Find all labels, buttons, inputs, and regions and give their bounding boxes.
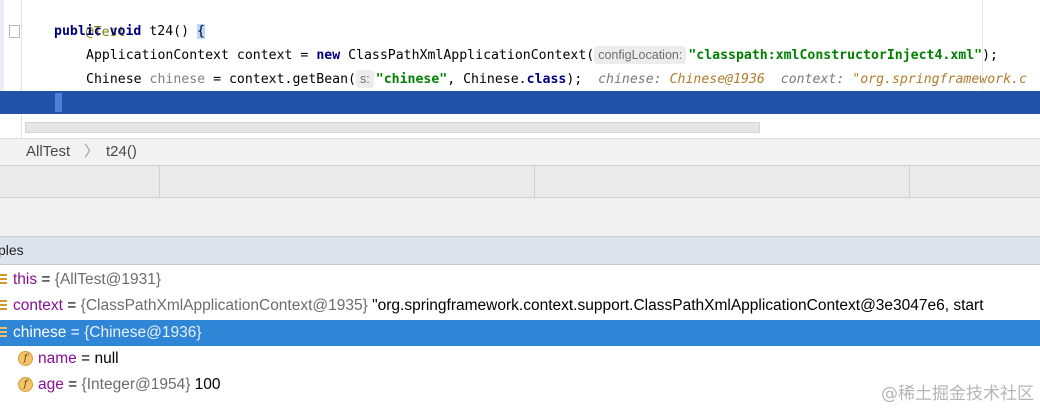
breadcrumb-separator: 〉 <box>84 143 100 160</box>
fold-icon[interactable] <box>9 25 20 38</box>
variable-row-context[interactable]: context = {ClassPathXmlApplicationContex… <box>0 293 1040 319</box>
keyword-void: void <box>109 24 142 39</box>
keyword-new: new <box>316 48 341 63</box>
toolbar-divider <box>159 166 160 197</box>
var-chinese: chinese <box>149 72 206 87</box>
param-hint-config-location: configLocation: <box>594 46 687 64</box>
inline-debug-value-chinese: chinese: Chinese@1936 <box>598 72 765 87</box>
keyword-class: class <box>526 72 567 87</box>
constructor-call: ClassPathXmlApplicationContext( <box>348 48 595 63</box>
variable-text: name = null <box>38 350 119 367</box>
variable-text: age = {Integer@1954} 100 <box>38 376 221 393</box>
breadcrumb-method[interactable]: t24() <box>106 139 137 164</box>
open-brace: { <box>196 24 205 39</box>
frames-panel[interactable] <box>0 198 1040 237</box>
method-name: t24() <box>149 24 190 39</box>
breadcrumb-class[interactable]: AllTest <box>26 139 70 164</box>
current-execution-line[interactable] <box>0 91 1040 114</box>
code-line-chinese[interactable]: Chinese chinese = context.getBean(s: "chi… <box>86 68 1027 92</box>
list-icon <box>0 274 7 286</box>
variable-text: chinese = {Chinese@1936} <box>13 324 202 341</box>
debug-toolbar[interactable] <box>0 165 1040 198</box>
code-editor[interactable]: @Test public void t24() { ApplicationCon… <box>0 0 1040 138</box>
operator-eq: = <box>213 72 222 87</box>
keyword-public: public <box>54 24 102 39</box>
string-chinese: "chinese" <box>375 72 448 87</box>
text-caret <box>55 93 62 112</box>
watermark: @稀土掘金技术社区 <box>881 384 1034 404</box>
code-line-annotation[interactable]: @Test <box>54 0 126 40</box>
variable-row-name[interactable]: f name = null <box>0 346 1040 372</box>
variable-text: context = {ClassPathXmlApplicationContex… <box>13 297 984 314</box>
breadcrumb: AllTest 〉 t24() <box>0 138 1040 165</box>
code-line-method[interactable]: public void t24() { <box>54 20 205 44</box>
toolbar-divider <box>534 166 535 197</box>
field-icon: f <box>18 377 33 392</box>
list-icon <box>0 300 7 312</box>
code-line-context[interactable]: ApplicationContext context = new ClassPa… <box>86 44 998 68</box>
class-ref: , Chinese. <box>447 72 527 87</box>
variable-row-chinese[interactable]: chinese = {Chinese@1936} <box>0 320 1040 346</box>
operator-eq: = <box>300 48 309 63</box>
line-tail: ); <box>982 48 998 63</box>
param-hint-s: s: <box>356 70 374 88</box>
variables-title: ples <box>0 242 24 258</box>
line-tail: ); <box>566 72 583 87</box>
type-chinese: Chinese <box>86 72 142 87</box>
field-icon: f <box>18 351 33 366</box>
variable-row-this[interactable]: this = {AllTest@1931} <box>0 267 1040 293</box>
inline-debug-value-context: context: "org.springframework.c <box>780 72 1027 87</box>
toolbar-divider <box>909 166 910 197</box>
variables-header: ples <box>0 237 1040 265</box>
variable-text: this = {AllTest@1931} <box>13 271 162 288</box>
type-application-context: ApplicationContext <box>86 48 229 63</box>
var-context: context <box>236 48 293 63</box>
getbean-call: context.getBean( <box>228 72 357 87</box>
string-classpath: "classpath:xmlConstructorInject4.xml" <box>688 48 983 63</box>
list-icon <box>0 327 7 339</box>
horizontal-scrollbar[interactable] <box>25 122 760 133</box>
